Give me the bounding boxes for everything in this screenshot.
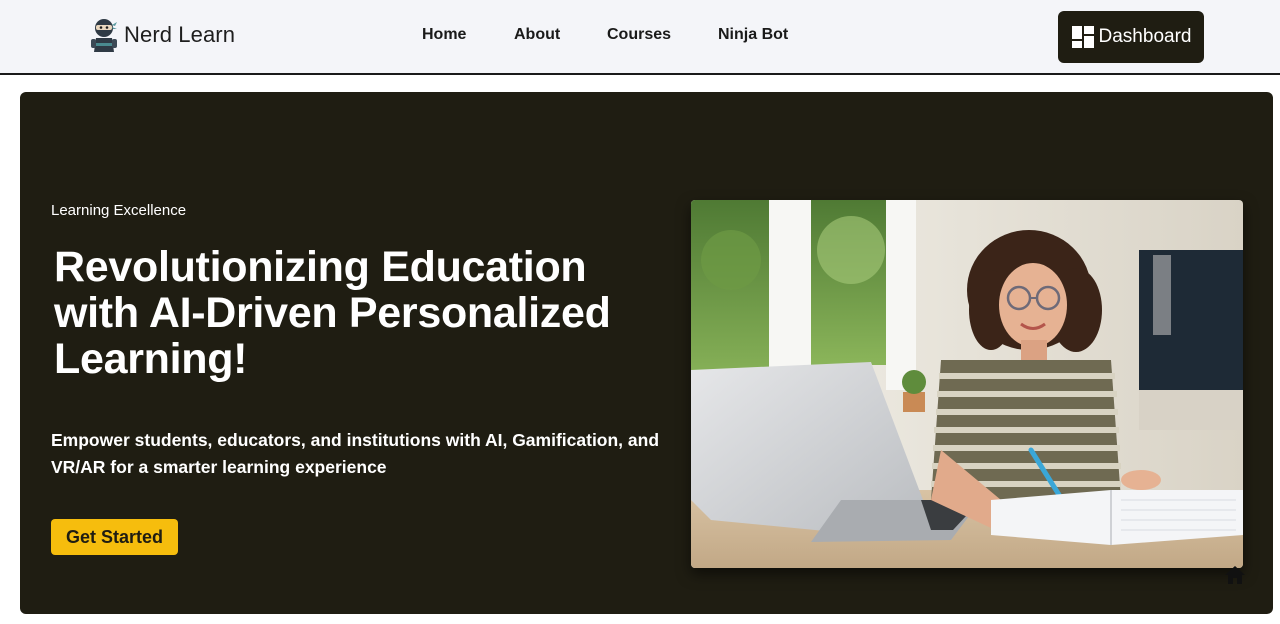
dashboard-label: Dashboard xyxy=(1098,26,1192,47)
hero-subtitle: Empower students, educators, and institu… xyxy=(51,430,660,477)
ninja-logo-icon xyxy=(91,19,117,52)
hero-eyebrow: Learning Excellence xyxy=(51,202,187,219)
nav-link-courses[interactable]: Courses xyxy=(607,24,687,46)
hero-title: Revolutionizing Education with AI-Driven… xyxy=(54,243,611,383)
nav-link-about[interactable]: About xyxy=(514,24,574,46)
grid-icon xyxy=(1071,26,1094,48)
brand-link[interactable]: Nerd Learn xyxy=(90,16,235,54)
hero-image xyxy=(691,200,1243,568)
hero-section: Learning Excellence Revolutionizing Educ… xyxy=(20,92,1273,614)
nav-link-home[interactable]: Home xyxy=(422,24,482,46)
home-icon[interactable] xyxy=(1223,563,1247,587)
get-started-button[interactable]: Get Started xyxy=(51,519,178,555)
brand-name: Nerd Learn xyxy=(124,22,236,47)
navbar: Nerd Learn Home About Courses Ninja Bot … xyxy=(0,0,1280,75)
dashboard-button[interactable]: Dashboard xyxy=(1058,11,1204,63)
student-laptop-illustration xyxy=(691,200,1243,568)
nav-link-ninja-bot[interactable]: Ninja Bot xyxy=(718,24,808,46)
